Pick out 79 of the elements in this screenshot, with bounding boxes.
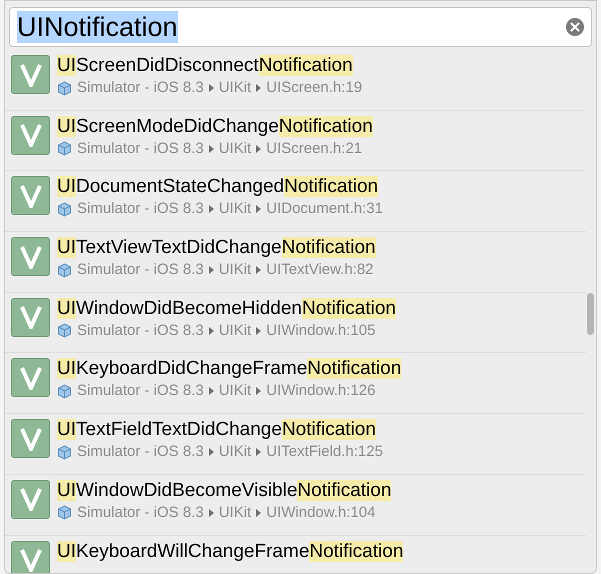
cube-icon [57, 323, 72, 338]
path-label: UIKit [218, 320, 252, 341]
variable-icon [11, 176, 50, 216]
cube-icon [57, 444, 72, 460]
path-label: Simulator - iOS 8.3 [77, 260, 204, 280]
chevron-icon [208, 387, 214, 396]
result-title: UIWindowDidBecomeVisibleNotification [57, 480, 392, 502]
result-row[interactable]: UIDocumentStateChangedNotification Simulator - iOS 8.3 UIKit UIDocument.h:31 [5, 171, 586, 232]
result-title: UITextViewTextDidChangeNotification [57, 237, 376, 260]
path-label: UIKit [218, 442, 252, 462]
variable-icon [11, 116, 50, 155]
chevron-icon [256, 266, 262, 274]
path-label: Simulator - iOS 8.3 [77, 502, 204, 523]
variable-icon [11, 540, 50, 573]
variable-icon [11, 237, 50, 276]
chevron-icon [256, 326, 262, 335]
path-label: Simulator - iOS 8.3 [77, 78, 204, 98]
result-title: UIScreenModeDidChangeNotification [57, 116, 373, 138]
cube-icon [57, 80, 72, 96]
variable-icon [11, 298, 50, 337]
variable-icon [11, 55, 50, 94]
result-row[interactable]: UIScreenModeDidChangeNotification Simulator - iOS 8.3 UIKit UIScreen.h:21 [5, 110, 586, 172]
cube-icon [57, 141, 72, 156]
path-label: Simulator - iOS 8.3 [77, 320, 204, 341]
chevron-icon [256, 205, 262, 214]
result-row[interactable]: UITextFieldTextDidChangeNotification Simulator - iOS 8.3 UIKit UITextField.h:125 [5, 414, 586, 475]
chevron-icon [208, 448, 214, 456]
variable-icon [11, 419, 50, 458]
result-title: UIKeyboardDidChangeFrameNotification [57, 358, 402, 380]
result-title: UIScreenDidDisconnectNotification [57, 55, 354, 77]
chevron-icon [208, 266, 214, 274]
variable-icon [11, 480, 50, 519]
path-label: UIScreen.h:19 [266, 78, 362, 98]
result-row[interactable]: UIScreenDidDisconnectNotification Simulator - iOS 8.3 UIKit UIScreen.h:19 [5, 50, 586, 111]
path-label: UIKit [218, 138, 252, 159]
path-label: Simulator - iOS 8.3 [77, 199, 204, 220]
result-title: UIKeyboardWillChangeFrameNotification [57, 540, 404, 562]
result-row[interactable]: UITextViewTextDidChangeNotification Simulator - iOS 8.3 UIKit UITextView.h:82 [5, 232, 586, 293]
chevron-icon [208, 84, 214, 92]
path-label: Simulator - iOS 8.3 [77, 442, 204, 462]
chevron-icon [256, 84, 262, 92]
cube-icon [57, 505, 72, 520]
cube-icon [57, 262, 72, 278]
chevron-icon [256, 508, 262, 517]
path-label: UIKit [218, 260, 252, 280]
chevron-icon [208, 144, 214, 153]
path-label: UIWindow.h:104 [266, 502, 376, 523]
chevron-icon [208, 205, 214, 214]
result-row[interactable]: UIWindowDidBecomeHiddenNotification Simulator - iOS 8.3 UIKit UIWindow.h:105 [5, 292, 586, 354]
chevron-icon [256, 387, 262, 396]
cube-icon [57, 384, 72, 399]
path-label: Simulator - iOS 8.3 [77, 381, 204, 402]
path-label: UIWindow.h:105 [266, 320, 376, 341]
path-label: UITextField.h:125 [266, 442, 383, 462]
result-title: UITextFieldTextDidChangeNotification [57, 419, 377, 442]
scrollbar[interactable] [587, 293, 594, 335]
variable-icon [11, 358, 50, 398]
path-label: UIKit [218, 78, 252, 98]
result-title: UIDocumentStateChangedNotification [57, 176, 380, 198]
result-title: UIWindowDidBecomeHiddenNotification [57, 298, 396, 320]
path-label: UIKit [218, 502, 252, 523]
path-label: UIWindow.h:126 [266, 381, 376, 402]
path-label: Simulator - iOS 8.3 [77, 138, 204, 159]
clear-icon[interactable] [566, 18, 584, 36]
result-row[interactable]: UIKeyboardDidChangeFrameNotification Simulator - iOS 8.3 UIKit UIWindow.h:126 [5, 353, 586, 414]
path-label: UIKit [218, 381, 252, 402]
path-label: UITextView.h:82 [266, 260, 374, 280]
search-field[interactable]: UINotification [9, 7, 592, 47]
chevron-icon [208, 326, 214, 335]
path-label: UIKit [218, 199, 252, 220]
result-row[interactable]: UIKeyboardWillChangeFrameNotification [5, 536, 586, 573]
search-text: UINotification [17, 11, 178, 43]
cube-icon [57, 202, 72, 217]
path-label: UIScreen.h:21 [266, 138, 362, 159]
chevron-icon [256, 144, 262, 153]
chevron-icon [256, 448, 262, 456]
result-row[interactable]: UIWindowDidBecomeVisibleNotification Simulator - iOS 8.3 UIKit UIWindow.h:104 [5, 474, 586, 536]
chevron-icon [208, 508, 214, 517]
path-label: UIDocument.h:31 [266, 199, 383, 220]
